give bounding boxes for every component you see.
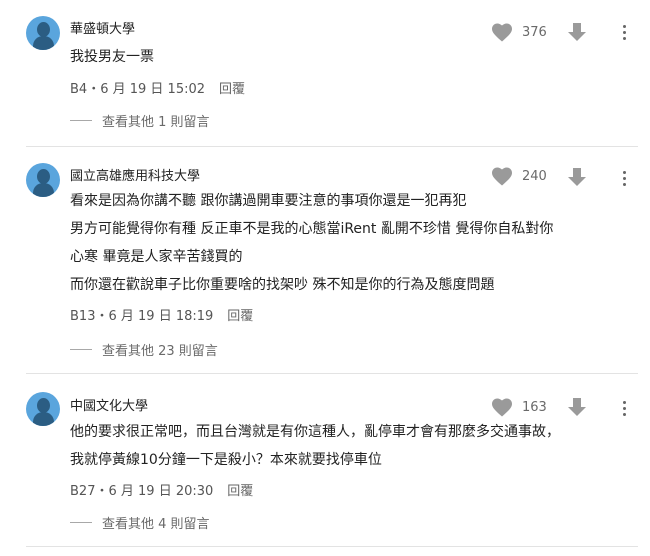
comment-line: 看來是因為你講不聽 跟你講過開車要注意的事項你還是一犯再犯 [70,193,467,209]
avatar[interactable] [26,392,60,426]
comment-date: 6 月 19 日 15:02 [100,82,206,97]
floor-number: B27 [70,484,96,499]
comment-date: 6 月 19 日 18:19 [108,309,214,324]
comment-line: 而你還在歡說車子比你重要啥的找架吵 殊不知是你的行為及態度問題 [70,277,495,293]
avatar[interactable] [26,16,60,50]
heart-icon [492,167,512,186]
reply-button[interactable]: 回覆 [227,484,253,499]
view-more-replies[interactable]: 查看其他 23 則留言 [70,340,218,359]
more-vert-icon[interactable] [616,169,632,187]
dislike-button[interactable] [567,397,587,421]
comment-meta: B13・6 月 19 日 18:19 回覆 [70,309,254,324]
reply-button[interactable]: 回覆 [219,82,245,97]
down-arrow-icon [568,168,586,186]
more-vert-icon[interactable] [616,399,632,417]
like-button[interactable]: 163 [491,397,547,417]
school-name[interactable]: 華盛頓大學 [70,18,135,37]
floor-number: B13 [70,309,96,324]
like-count: 376 [522,24,547,40]
comment-body: 看來是因為你講不聽 跟你講過開車要注意的事項你還是一犯再犯 男方可能覺得你有種 … [70,187,553,299]
dash-divider [70,522,92,523]
view-more-replies-label: 查看其他 1 則留言 [102,115,210,130]
comment-line: 心寒 畢竟是人家辛苦錢買的 [70,249,243,265]
comment-date: 6 月 19 日 20:30 [108,484,214,499]
more-vert-icon[interactable] [616,23,632,41]
comment-body: 他的要求很正常吧，而且台灣就是有你這種人，亂停車才會有那麼多交通事故， 我就停黃… [70,418,560,474]
divider [26,546,638,547]
avatar[interactable] [26,163,60,197]
like-count: 163 [522,399,547,415]
view-more-replies-label: 查看其他 4 則留言 [102,517,210,532]
dash-divider [70,120,92,121]
dislike-button[interactable] [567,22,587,46]
like-button[interactable]: 376 [491,22,547,42]
comment-line: 我投男友一票 [70,49,154,65]
heart-icon [492,398,512,417]
dash-divider [70,349,92,350]
floor-number: B4 [70,82,88,97]
divider [26,146,638,147]
heart-icon [492,23,512,42]
comment-body: 我投男友一票 [70,43,154,71]
comment-meta: B4・6 月 19 日 15:02 回覆 [70,82,246,97]
like-button[interactable]: 240 [491,166,547,186]
school-name[interactable]: 國立高雄應用科技大學 [70,165,200,184]
view-more-replies[interactable]: 查看其他 1 則留言 [70,111,210,130]
reply-button[interactable]: 回覆 [227,309,253,324]
down-arrow-icon [568,23,586,41]
dislike-button[interactable] [567,167,587,191]
comment-meta: B27・6 月 19 日 20:30 回覆 [70,484,254,499]
comment-line: 男方可能覺得你有種 反正車不是我的心態當iRent 亂開不珍惜 覺得你自私對你 [70,221,554,237]
divider [26,373,638,374]
down-arrow-icon [568,398,586,416]
comment-line: 他的要求很正常吧，而且台灣就是有你這種人，亂停車才會有那麼多交通事故， [70,424,560,440]
view-more-replies[interactable]: 查看其他 4 則留言 [70,513,210,532]
view-more-replies-label: 查看其他 23 則留言 [102,344,218,359]
school-name[interactable]: 中國文化大學 [70,395,148,414]
like-count: 240 [522,168,547,184]
comment-line: 我就停黃線10分鐘一下是殺小？本來就要找停車位 [70,452,382,468]
